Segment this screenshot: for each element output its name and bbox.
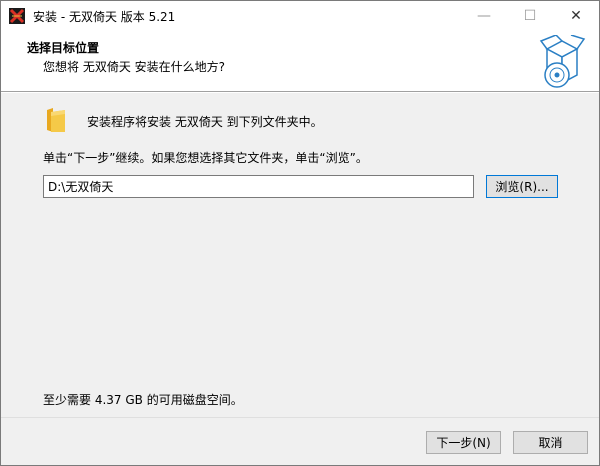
minimize-icon[interactable]: — bbox=[461, 1, 507, 31]
instruction-text: 单击“下一步”继续。如果您想选择其它文件夹，单击“浏览”。 bbox=[43, 151, 368, 165]
disk-space-text: 至少需要 4.37 GB 的可用磁盘空间。 bbox=[43, 393, 243, 407]
app-icon bbox=[9, 8, 25, 24]
page-subtitle: 您想将 无双倚天 安装在什么地方? bbox=[43, 60, 225, 74]
destination-path-input[interactable] bbox=[43, 175, 474, 198]
browse-button[interactable]: 浏览(R)... bbox=[486, 175, 558, 198]
next-button[interactable]: 下一步(N) bbox=[426, 431, 501, 454]
wizard-header: 选择目标位置 您想将 无双倚天 安装在什么地方? bbox=[1, 31, 599, 91]
maximize-icon[interactable]: ☐ bbox=[507, 1, 553, 31]
installer-box-icon bbox=[539, 35, 586, 88]
title-bar: 安装 - 无双倚天 版本 5.21 — ☐ ✕ bbox=[1, 1, 599, 31]
wizard-footer bbox=[1, 417, 599, 465]
installer-window: 安装 - 无双倚天 版本 5.21 — ☐ ✕ 选择目标位置 您想将 无双倚天 … bbox=[0, 0, 600, 466]
cancel-button[interactable]: 取消 bbox=[513, 431, 588, 454]
folder-icon bbox=[47, 108, 65, 132]
close-icon[interactable]: ✕ bbox=[553, 1, 599, 31]
window-title: 安装 - 无双倚天 版本 5.21 bbox=[33, 10, 176, 24]
page-title: 选择目标位置 bbox=[27, 41, 100, 55]
destination-info-text: 安装程序将安装 无双倚天 到下列文件夹中。 bbox=[87, 115, 323, 129]
wizard-body bbox=[1, 93, 599, 417]
